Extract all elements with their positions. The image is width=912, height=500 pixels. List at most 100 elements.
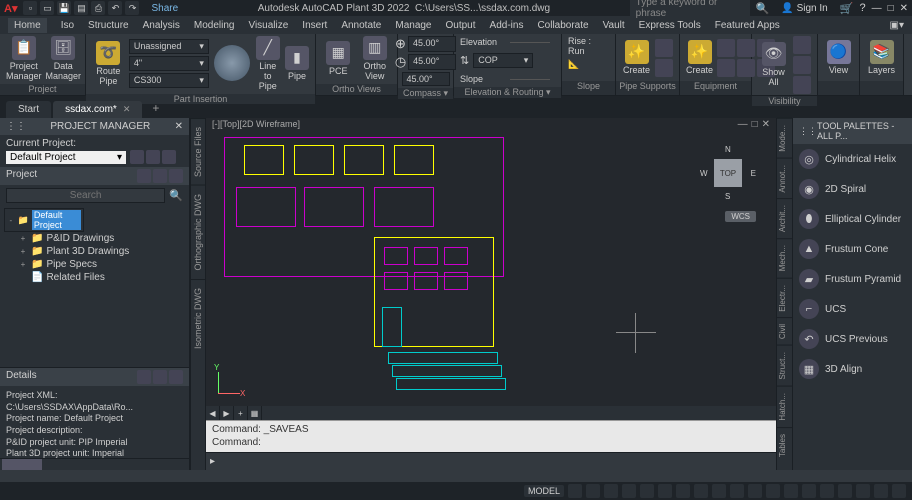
- ptab-mech[interactable]: Mech...: [777, 238, 792, 277]
- grip-icon[interactable]: ⋮⋮: [799, 126, 817, 137]
- open-icon[interactable]: ▭: [40, 1, 54, 15]
- layers-button[interactable]: 📚Layers: [866, 40, 897, 76]
- snap-icon[interactable]: [586, 484, 600, 498]
- ucs-icon[interactable]: Y X: [214, 368, 244, 398]
- vis-3[interactable]: [793, 76, 811, 94]
- saveas-icon[interactable]: ▤: [74, 1, 88, 15]
- sidetab-source[interactable]: Source Files: [191, 118, 205, 185]
- layout-next-icon[interactable]: ▶: [220, 406, 234, 420]
- viewport-label[interactable]: [-][Top][2D Wireframe]: [212, 119, 300, 132]
- filter-icon[interactable]: [153, 169, 167, 183]
- isolate-icon[interactable]: [838, 484, 852, 498]
- ptab-hatch[interactable]: Hatch...: [777, 386, 792, 427]
- unassigned-select[interactable]: Unassigned▾: [129, 39, 209, 54]
- ribbon-tab-modeling[interactable]: Modeling: [194, 20, 235, 31]
- tool-ucs[interactable]: ⌐UCS: [793, 294, 912, 324]
- tool-frustum-pyr[interactable]: ▰Frustum Pyramid: [793, 264, 912, 294]
- panel-grip-icon[interactable]: ⋮⋮: [6, 121, 26, 132]
- spec-select[interactable]: CS300▾: [129, 73, 209, 88]
- ribbon-tab-analysis[interactable]: Analysis: [143, 20, 180, 31]
- showall-button[interactable]: 👁Show All: [758, 42, 789, 88]
- tool-2d-spiral[interactable]: ◉2D Spiral: [793, 174, 912, 204]
- viewcube-e[interactable]: E: [751, 169, 756, 178]
- vis-1[interactable]: [793, 36, 811, 54]
- command-input[interactable]: ▸: [206, 452, 776, 470]
- close-icon[interactable]: ✕: [900, 3, 908, 14]
- ribbon-tab-collaborate[interactable]: Collaborate: [537, 20, 588, 31]
- ortho-view-button[interactable]: ▥Ortho View: [359, 36, 392, 82]
- viewcube-top[interactable]: TOP: [714, 159, 742, 187]
- compass-icon[interactable]: ⊕: [395, 36, 406, 52]
- viewcube-s[interactable]: S: [725, 192, 730, 201]
- ptab-annot[interactable]: Annot...: [777, 158, 792, 199]
- equip-1[interactable]: [717, 39, 735, 57]
- transparency-icon[interactable]: [694, 484, 708, 498]
- slope-field[interactable]: [510, 79, 550, 80]
- ribbon-tab-manage[interactable]: Manage: [395, 20, 431, 31]
- ribbon-tab-structure[interactable]: Structure: [88, 20, 129, 31]
- vp-min-icon[interactable]: —: [738, 119, 748, 132]
- layout-prev-icon[interactable]: ◀: [206, 406, 220, 420]
- annot-scale-icon[interactable]: [784, 484, 798, 498]
- view-button[interactable]: 🔵View: [824, 40, 853, 76]
- save-icon[interactable]: 💾: [57, 1, 71, 15]
- size-select[interactable]: 4"▾: [129, 56, 209, 71]
- pce-button[interactable]: ▦PCE: [322, 41, 355, 77]
- maximize-icon[interactable]: □: [888, 3, 894, 14]
- help-search[interactable]: Type a keyword or phrase: [630, 0, 750, 20]
- units-icon[interactable]: [802, 484, 816, 498]
- tab-ssdax[interactable]: ssdax.com*✕: [53, 101, 142, 118]
- search-icon[interactable]: 🔍: [169, 189, 183, 202]
- compass-angle-2[interactable]: 45.00°: [408, 54, 456, 70]
- ribbon-tab-featured[interactable]: Featured Apps: [715, 20, 780, 31]
- undo-icon[interactable]: ↶: [108, 1, 122, 15]
- layout-model-icon[interactable]: ▦: [248, 406, 262, 420]
- cycle-icon[interactable]: [712, 484, 726, 498]
- ribbon-tab-home[interactable]: Home: [8, 18, 47, 33]
- help-icon[interactable]: ?: [859, 2, 865, 14]
- search-icon[interactable]: 🔍: [756, 2, 770, 15]
- create-support-button[interactable]: ✨Create: [622, 40, 651, 76]
- elevation-select[interactable]: COP▾: [473, 53, 533, 68]
- hardware-icon[interactable]: [856, 484, 870, 498]
- ortho-icon[interactable]: [604, 484, 618, 498]
- ribbon-tab-iso[interactable]: Iso: [61, 20, 74, 31]
- lweight-icon[interactable]: [676, 484, 690, 498]
- refresh-icon[interactable]: [137, 169, 151, 183]
- share-link[interactable]: Share: [151, 3, 178, 14]
- wcs-label[interactable]: WCS: [725, 211, 756, 222]
- vp-max-icon[interactable]: □: [752, 119, 758, 132]
- ribbon-tab-visualize[interactable]: Visualize: [248, 20, 288, 31]
- h-scrollbar[interactable]: [0, 458, 189, 470]
- layout-add-icon[interactable]: +: [234, 406, 248, 420]
- det-3[interactable]: [169, 370, 183, 384]
- elev-icon[interactable]: ⇅: [460, 54, 469, 67]
- new-icon[interactable]: ▫: [23, 1, 37, 15]
- ribbon-tab-insert[interactable]: Insert: [302, 20, 327, 31]
- tool-ucs-prev[interactable]: ↶UCS Previous: [793, 324, 912, 354]
- tool-3dalign[interactable]: ▦3D Align: [793, 354, 912, 384]
- signin-button[interactable]: 👤 Sign In: [781, 3, 827, 14]
- vis-2[interactable]: [793, 56, 811, 74]
- ribbon-expand-icon[interactable]: ▣▾: [890, 20, 904, 31]
- globe-icon[interactable]: [213, 45, 251, 83]
- ptab-electr[interactable]: Electr...: [777, 278, 792, 318]
- tree-pipespecs[interactable]: +📁Pipe Specs: [4, 258, 185, 271]
- ptab-tables[interactable]: Tables: [777, 427, 792, 463]
- polar-icon[interactable]: [622, 484, 636, 498]
- dyn-icon[interactable]: [748, 484, 762, 498]
- tree-related[interactable]: 📄Related Files: [4, 271, 185, 284]
- ptab-struct[interactable]: Struct...: [777, 345, 792, 386]
- ptab-civil[interactable]: Civil: [777, 317, 792, 345]
- proj-tool-3[interactable]: [162, 150, 176, 164]
- tool-frustum-cone[interactable]: ▲Frustum Cone: [793, 234, 912, 264]
- ribbon-tab-output[interactable]: Output: [446, 20, 476, 31]
- tool-cyl-helix[interactable]: ◎Cylindrical Helix: [793, 144, 912, 174]
- data-manager-button[interactable]: 🗄Data Manager: [46, 36, 82, 82]
- tree-plant3d[interactable]: +📁Plant 3D Drawings: [4, 245, 185, 258]
- pipe-button[interactable]: ▮Pipe: [285, 46, 309, 82]
- sidetab-ortho[interactable]: Orthographic DWG: [191, 185, 205, 279]
- equip-4[interactable]: [717, 59, 735, 77]
- route-pipe-button[interactable]: ➰Route Pipe: [92, 41, 125, 87]
- project-search-input[interactable]: [6, 188, 165, 203]
